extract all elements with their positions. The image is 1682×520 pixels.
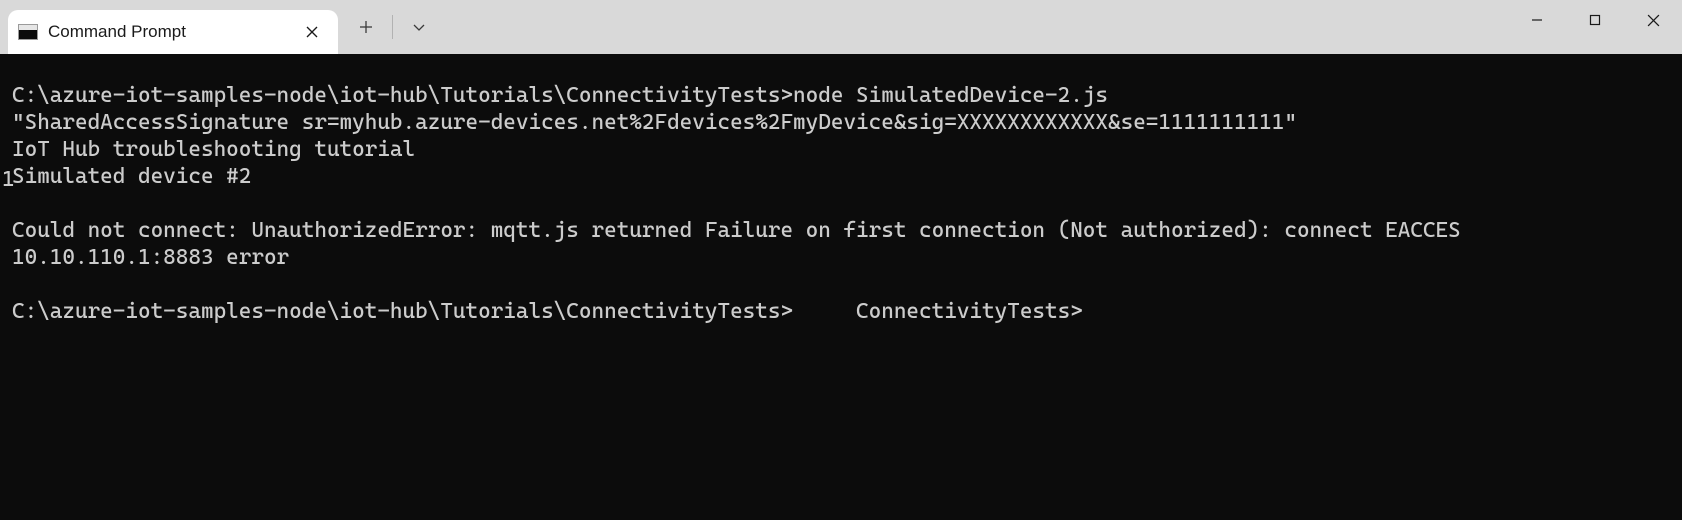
terminal-line: Could not connect: UnauthorizedError: mq… [12, 218, 1461, 243]
terminal-line: 10.10.110.1:8883 error [12, 245, 289, 270]
tab-title: Command Prompt [48, 22, 290, 42]
minimize-button[interactable] [1508, 0, 1566, 40]
window-controls [1508, 0, 1682, 54]
maximize-button[interactable] [1566, 0, 1624, 40]
terminal-line: "SharedAccessSignature sr=myhub.azure-de… [12, 110, 1297, 135]
terminal-output[interactable]: C:\azure-iot-samples-node\iot-hub\Tutori… [0, 54, 1682, 520]
plus-icon [359, 20, 373, 34]
close-tab-button[interactable] [300, 20, 324, 44]
tab-divider [392, 15, 393, 39]
close-icon [1647, 14, 1660, 27]
terminal-line: C:\azure-iot-samples-node\iot-hub\Tutori… [12, 83, 1108, 108]
new-tab-button[interactable] [344, 7, 388, 47]
gutter-marker: 1 [2, 167, 15, 192]
close-icon [306, 26, 318, 38]
chevron-down-icon [412, 20, 426, 34]
tab-actions [338, 0, 441, 54]
minimize-icon [1531, 14, 1543, 26]
terminal-line: C:\azure-iot-samples-node\iot-hub\Tutori… [12, 299, 1083, 324]
tab-command-prompt[interactable]: Command Prompt [8, 10, 338, 54]
tab-strip: Command Prompt [0, 0, 338, 54]
terminal-line: Simulated device #2 [12, 164, 251, 189]
maximize-icon [1589, 14, 1601, 26]
tab-dropdown-button[interactable] [397, 7, 441, 47]
terminal-line: IoT Hub troubleshooting tutorial [12, 137, 415, 162]
titlebar: Command Prompt [0, 0, 1682, 54]
cmd-icon [18, 24, 38, 40]
close-window-button[interactable] [1624, 0, 1682, 40]
